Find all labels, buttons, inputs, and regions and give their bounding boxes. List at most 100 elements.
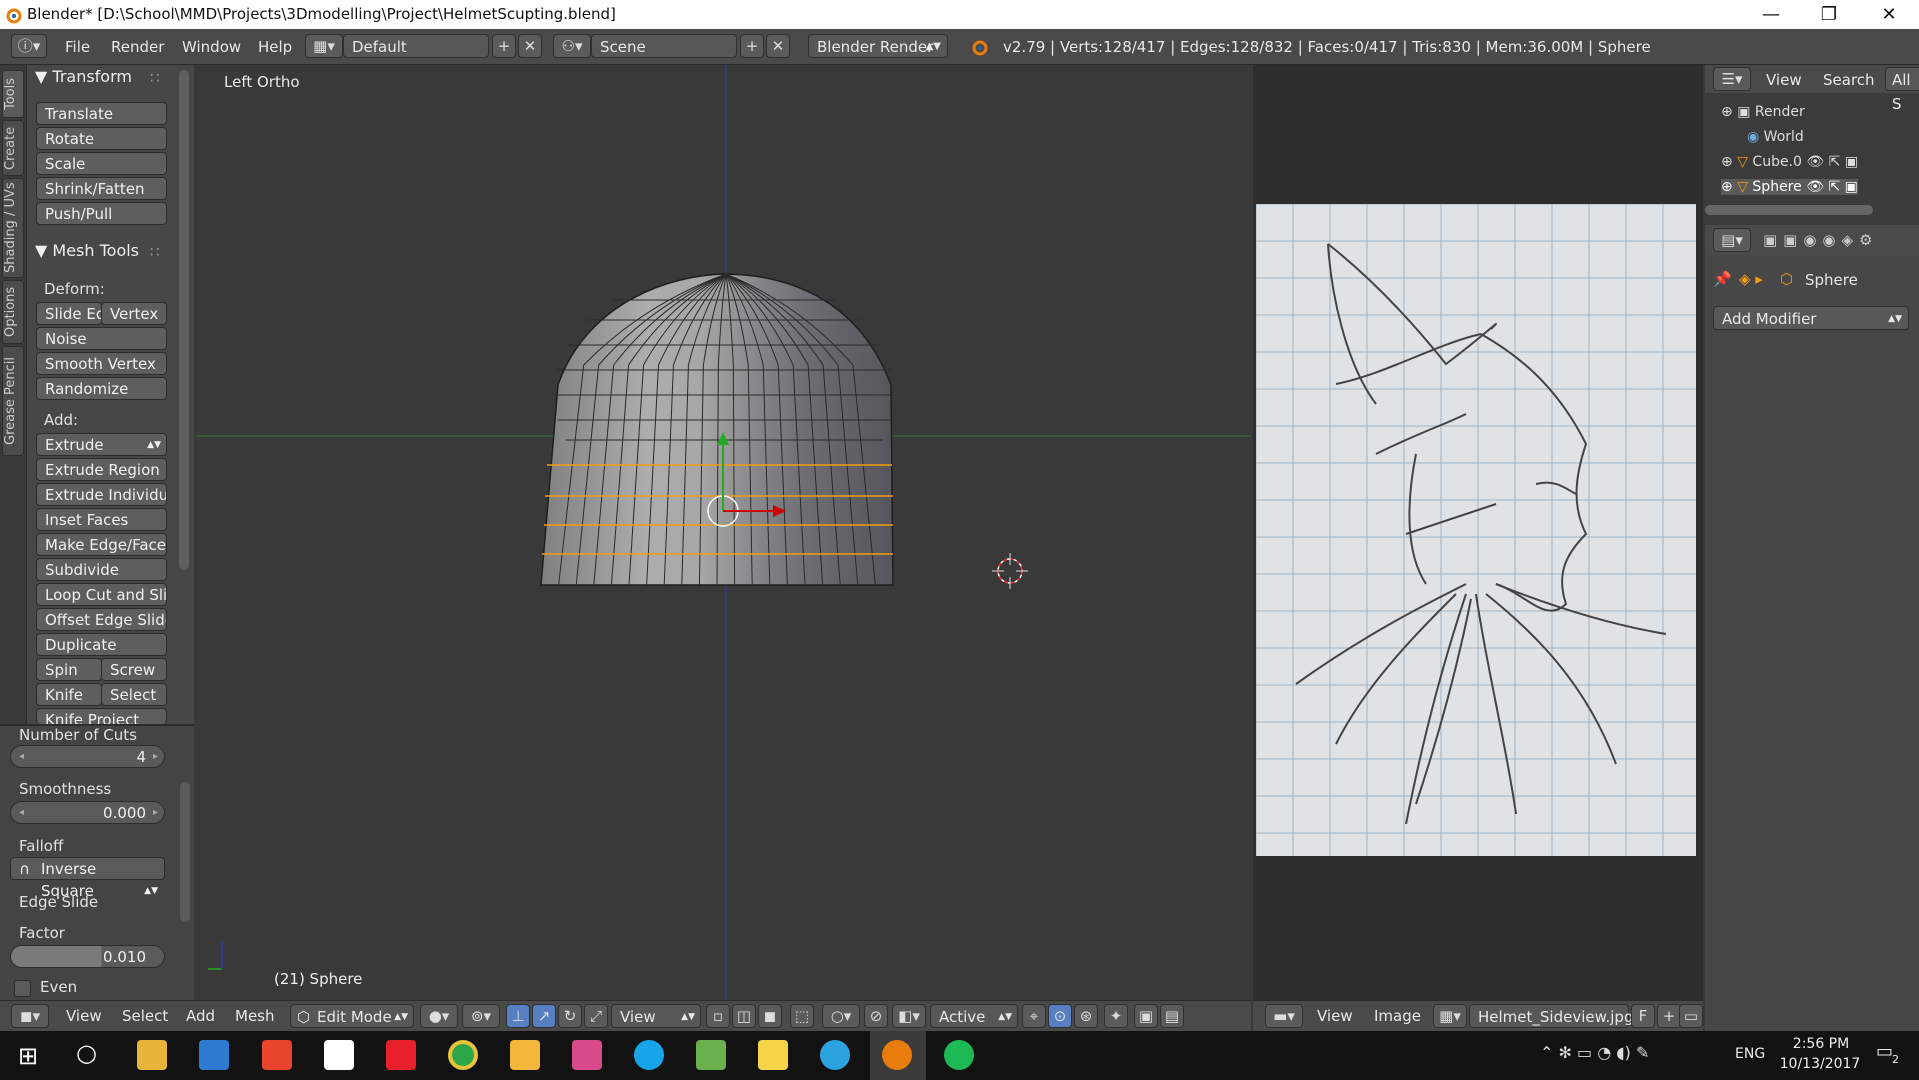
render-still-icon[interactable]: ▣ — [1134, 1004, 1158, 1028]
file-explorer-icon[interactable] — [137, 1040, 167, 1070]
image-menu-view[interactable]: View — [1317, 1007, 1353, 1025]
face-select-icon[interactable]: ◼ — [758, 1004, 782, 1028]
menu-render[interactable]: Render — [111, 38, 164, 56]
spin-button[interactable]: Spin — [36, 658, 102, 681]
rotate-manipulator-icon[interactable]: ↻ — [558, 1004, 582, 1028]
drag-handle-icon[interactable]: ∷ — [150, 243, 160, 261]
extrude-region-button[interactable]: Extrude Region — [36, 458, 167, 481]
sai-paint-icon[interactable] — [510, 1040, 540, 1070]
add-modifier-select[interactable]: Add Modifier ▲▼ — [1713, 306, 1909, 330]
factor-slider[interactable]: 0.010 — [10, 945, 165, 968]
tool-shelf-scrollbar[interactable] — [179, 70, 189, 570]
proportional-edit-icon[interactable]: ○▾ — [822, 1004, 860, 1028]
loop-cut-button[interactable]: Loop Cut and Sli... — [36, 583, 167, 606]
tab-grease-pencil[interactable]: Grease Pencil — [2, 346, 24, 456]
occlude-geometry-icon[interactable]: ⬚ — [790, 1004, 814, 1028]
windows-start-icon[interactable]: ⊞ — [18, 1042, 38, 1070]
screw-button[interactable]: Screw — [101, 658, 167, 681]
mesh-tools-panel-header[interactable]: ▼ Mesh Tools — [35, 241, 139, 260]
app-red-icon[interactable] — [386, 1040, 416, 1070]
cursor-icon[interactable]: ⇱ — [1828, 179, 1840, 195]
layout-field[interactable]: Default — [343, 34, 489, 58]
knife-select-button[interactable]: Select — [101, 683, 167, 706]
close-button[interactable]: ✕ — [1860, 0, 1918, 29]
image-filename-field[interactable]: Helmet_Sideview.jpg — [1469, 1004, 1633, 1028]
render-engine-select[interactable]: Blender Render ▲▼ — [808, 34, 948, 58]
remove-scene-icon[interactable]: ✕ — [766, 34, 790, 58]
cortana-search-icon[interactable]: ○ — [76, 1039, 97, 1067]
tab-shading-uvs[interactable]: Shading / UVs — [2, 178, 24, 278]
remove-layout-icon[interactable]: ✕ — [518, 34, 542, 58]
snap-project-icon[interactable]: ⊙ — [1048, 1004, 1072, 1028]
menu-select[interactable]: Select — [122, 1007, 168, 1025]
menu-help[interactable]: Help — [258, 38, 292, 56]
even-checkbox[interactable] — [14, 980, 31, 997]
scale-button[interactable]: Scale — [36, 152, 167, 175]
transform-panel-header[interactable]: ▼ Transform — [35, 67, 132, 86]
telegram-icon[interactable] — [820, 1040, 850, 1070]
edge-select-icon[interactable]: ◫ — [732, 1004, 756, 1028]
translate-manipulator-icon[interactable]: ↗ — [532, 1004, 556, 1028]
duplicate-button[interactable]: Duplicate — [36, 633, 167, 656]
paint-tool-icon[interactable] — [572, 1040, 602, 1070]
menu-view[interactable]: View — [66, 1007, 102, 1025]
cursor-icon[interactable]: ⇱ — [1829, 154, 1841, 170]
menu-add[interactable]: Add — [186, 1007, 215, 1025]
pivot-point-icon[interactable]: ⊚▾ — [462, 1004, 500, 1028]
translate-button[interactable]: Translate — [36, 102, 167, 125]
pin-icon[interactable]: 📌 — [1713, 270, 1732, 288]
office-icon[interactable] — [262, 1040, 292, 1070]
new-image-icon[interactable]: + — [1657, 1004, 1681, 1028]
extrude-select[interactable]: Extrude ▲▼ — [36, 433, 167, 456]
knife-project-button[interactable]: Knife Project — [36, 708, 167, 724]
manipulator-toggle-icon[interactable]: ⊥ — [506, 1004, 530, 1028]
image-editor-type-icon[interactable]: ▬▾ — [1265, 1004, 1303, 1028]
properties-editor-icon[interactable]: ▤▾ — [1713, 228, 1751, 252]
smooth-vertex-button[interactable]: Smooth Vertex — [36, 352, 167, 375]
viewport-canvas[interactable] — [196, 65, 1251, 1000]
add-scene-icon[interactable]: + — [740, 34, 764, 58]
snap-element-icon[interactable]: ◧▾ — [892, 1004, 926, 1028]
falloff-select[interactable]: ∩ Inverse Square ▲▼ — [10, 857, 165, 900]
outliner-view-menu[interactable]: View — [1766, 71, 1802, 89]
slide-vertex-button[interactable]: Vertex — [101, 302, 167, 325]
vertex-select-icon[interactable]: ▫ — [706, 1004, 730, 1028]
rotate-button[interactable]: Rotate — [36, 127, 167, 150]
snap-toggle-icon[interactable]: ⊘ — [864, 1004, 888, 1028]
camera-icon[interactable]: ▣ — [1845, 154, 1858, 170]
snap-align-icon[interactable]: ⌖ — [1022, 1004, 1046, 1028]
spotify-icon[interactable] — [944, 1040, 974, 1070]
system-tray-icons[interactable]: ⌃ ✻ ▭ ◔ ◖) ✎ — [1540, 1043, 1649, 1062]
shrink-fatten-button[interactable]: Shrink/Fatten — [36, 177, 167, 200]
3d-viewport[interactable]: Left Ortho (21) Sphere — [196, 65, 1251, 1000]
outliner-scrollbar[interactable] — [1705, 205, 1873, 215]
shading-sphere-icon[interactable]: ●▾ — [420, 1004, 458, 1028]
subdivide-button[interactable]: Subdivide — [36, 558, 167, 581]
viewport-editor-icon[interactable]: ◼▾ — [11, 1004, 49, 1028]
tab-options[interactable]: Options — [2, 280, 24, 344]
mode-select[interactable]: ⬡ Edit Mode ▲▼ — [290, 1004, 414, 1028]
language-indicator[interactable]: ENG — [1735, 1046, 1765, 1062]
open-image-icon[interactable]: ▭ — [1679, 1004, 1703, 1028]
outliner-item-render[interactable]: ⊕ ▣ Render — [1721, 104, 1805, 120]
scene-field[interactable]: Scene — [591, 34, 737, 58]
outliner-item-world[interactable]: ◉ World — [1747, 129, 1804, 145]
scale-manipulator-icon[interactable]: ⤢ — [584, 1004, 608, 1028]
offset-edge-slide-button[interactable]: Offset Edge Slide — [36, 608, 167, 631]
slide-edge-button[interactable]: Slide Ed — [36, 302, 102, 325]
make-edge-face-button[interactable]: Make Edge/Face — [36, 533, 167, 556]
number-of-cuts-field[interactable]: ◂ 4 ▸ — [10, 745, 165, 768]
3d-cursor-icon[interactable] — [992, 553, 1028, 589]
scene-icon[interactable]: ⚇▾ — [553, 34, 591, 58]
skype-icon[interactable] — [634, 1040, 664, 1070]
editor-type-info-icon[interactable]: ⓘ▾ — [11, 34, 47, 58]
eye-icon[interactable]: 👁 — [1806, 154, 1824, 170]
image-viewer-icon[interactable] — [696, 1040, 726, 1070]
menu-window[interactable]: Window — [182, 38, 241, 56]
render-anim-icon[interactable]: ▤ — [1160, 1004, 1184, 1028]
outlook-icon[interactable] — [199, 1040, 229, 1070]
blender-taskbar-icon[interactable] — [882, 1040, 912, 1070]
tab-tools[interactable]: Tools — [2, 70, 24, 118]
camera-icon[interactable]: ▣ — [1845, 179, 1858, 195]
helmet-mesh[interactable] — [540, 273, 894, 586]
